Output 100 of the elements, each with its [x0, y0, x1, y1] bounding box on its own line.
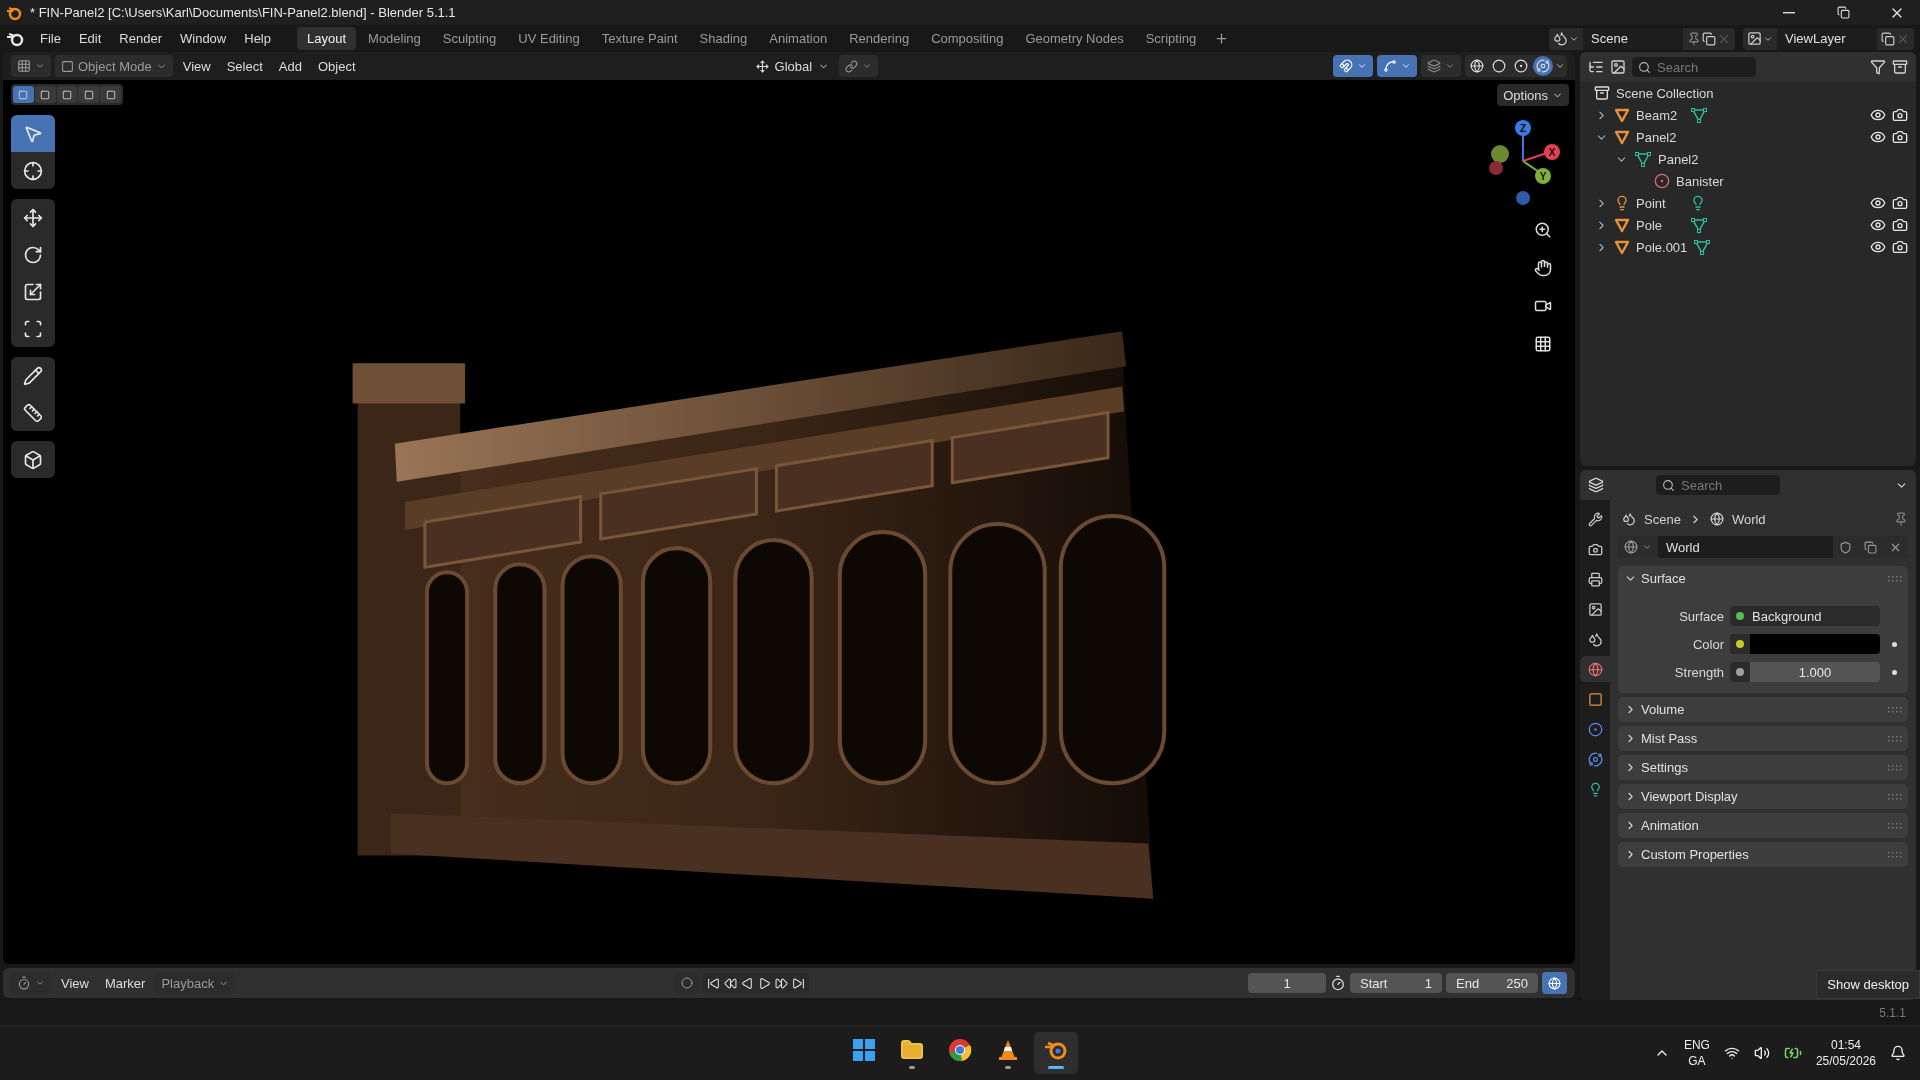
options-dropdown[interactable]: Options: [1497, 84, 1569, 106]
drag-handle-icon[interactable]: [1888, 793, 1902, 800]
axis-gizmo-drawing[interactable]: [1488, 120, 1560, 205]
current-frame-field[interactable]: 1: [1248, 973, 1326, 993]
outliner-item-name[interactable]: Panel2: [1658, 151, 1706, 167]
workspace-tab[interactable]: Rendering: [839, 27, 920, 50]
wifi-icon[interactable]: [1723, 1045, 1740, 1061]
clock[interactable]: 01:54 25/05/2026: [1815, 1037, 1876, 1069]
selection-mode-button[interactable]: [34, 86, 56, 103]
next-keyframe-icon[interactable]: [774, 976, 788, 990]
orientation-dropdown[interactable]: Global: [749, 55, 836, 77]
socket-button[interactable]: [1730, 634, 1750, 654]
workspace-tab[interactable]: Geometry Nodes: [1015, 27, 1134, 50]
new-collection-icon[interactable]: [1892, 59, 1908, 75]
stopwatch-icon[interactable]: [1330, 975, 1346, 991]
record-button[interactable]: [674, 972, 699, 994]
menu-item[interactable]: Help: [236, 28, 279, 49]
color-swatch[interactable]: [1750, 634, 1880, 654]
language-indicator[interactable]: ENG GA: [1683, 1037, 1710, 1069]
camera-icon[interactable]: [1892, 217, 1908, 233]
previous-keyframe-icon[interactable]: [723, 976, 737, 990]
copy-icon[interactable]: [1702, 31, 1716, 46]
filter-icon[interactable]: [1870, 59, 1886, 75]
jump-start-icon[interactable]: [706, 976, 720, 990]
fake-user-button[interactable]: [1833, 536, 1858, 558]
add-icon[interactable]: [1214, 31, 1230, 46]
scene-icon[interactable]: [1553, 31, 1568, 46]
panel-title[interactable]: Mist Pass: [1641, 731, 1884, 746]
view-layer-icon[interactable]: [1747, 31, 1762, 46]
selection-mode-button[interactable]: [56, 86, 78, 103]
workspace-tab[interactable]: Scripting: [1135, 27, 1207, 50]
workspace-tab[interactable]: Sculpting: [432, 27, 507, 50]
workspace-tab[interactable]: UV Editing: [508, 27, 590, 50]
shading-button[interactable]: [1533, 56, 1553, 76]
breadcrumb-item[interactable]: World: [1731, 511, 1766, 527]
keyframe-dot[interactable]: [1891, 669, 1897, 675]
outliner-item-name[interactable]: Point: [1636, 195, 1684, 211]
eye-icon[interactable]: [1870, 217, 1886, 233]
menu-item[interactable]: Add: [272, 55, 308, 77]
jump-end-icon[interactable]: [791, 976, 805, 990]
caret-icon[interactable]: [1555, 61, 1565, 71]
selection-mode-button[interactable]: [100, 86, 121, 103]
breadcrumb-item[interactable]: Scene: [1644, 511, 1681, 527]
eye-icon[interactable]: [1870, 195, 1886, 211]
drag-handle-icon[interactable]: [1888, 822, 1902, 829]
play-icon[interactable]: [757, 976, 771, 990]
workspace-tab[interactable]: Shading: [689, 27, 758, 50]
outliner-item-name[interactable]: Beam2: [1636, 107, 1684, 123]
playback-dropdown[interactable]: Playback: [155, 972, 236, 994]
mode-dropdown[interactable]: Object Mode: [55, 55, 173, 77]
number-field[interactable]: 1.000: [1750, 662, 1880, 682]
menu-item[interactable]: View: [55, 972, 95, 994]
camera-icon[interactable]: [1892, 195, 1908, 211]
menu-item[interactable]: Select: [220, 55, 269, 77]
outliner-item-name[interactable]: Pole: [1636, 217, 1684, 233]
drag-handle-icon[interactable]: [1888, 735, 1902, 742]
menu-item[interactable]: Window: [172, 28, 235, 49]
shader-dropdown[interactable]: Background: [1730, 606, 1880, 626]
menu-item[interactable]: Object: [311, 55, 362, 77]
drag-handle-icon[interactable]: [1888, 706, 1902, 713]
selection-mode-button[interactable]: [13, 86, 34, 103]
datablock-name-field[interactable]: World: [1658, 536, 1833, 558]
eye-icon[interactable]: [1870, 129, 1886, 145]
taskbar-app-button[interactable]: [1034, 1032, 1078, 1074]
notification-icon[interactable]: [1890, 1045, 1906, 1061]
eye-icon[interactable]: [1870, 107, 1886, 123]
menu-item[interactable]: Render: [111, 28, 170, 49]
scene-field[interactable]: Scene: [1583, 27, 1683, 50]
editor-type-button[interactable]: [11, 972, 51, 994]
copy-icon[interactable]: [1881, 31, 1895, 46]
menu-item[interactable]: File: [32, 28, 69, 49]
outliner-item-name[interactable]: Scene Collection: [1616, 85, 1714, 101]
pin-icon[interactable]: [1894, 512, 1908, 526]
camera-icon[interactable]: [1892, 129, 1908, 145]
workspace-tab[interactable]: Animation: [759, 27, 838, 50]
editor-type-icon[interactable]: [1588, 477, 1604, 493]
pivot-button[interactable]: [839, 55, 879, 77]
app-logo-icon[interactable]: [6, 30, 24, 47]
selection-mode-button[interactable]: [78, 86, 100, 103]
socket-button[interactable]: [1730, 662, 1750, 682]
panel-title[interactable]: Viewport Display: [1641, 789, 1884, 804]
camera-icon[interactable]: [1892, 107, 1908, 123]
drag-handle-icon[interactable]: [1888, 851, 1902, 858]
drag-handle-icon[interactable]: [1888, 575, 1902, 582]
workspace-tab[interactable]: Compositing: [921, 27, 1014, 50]
editor-type-button[interactable]: [11, 55, 51, 77]
outliner-icon[interactable]: [1588, 59, 1604, 75]
toggle-button[interactable]: [1377, 55, 1417, 77]
drag-handle-icon[interactable]: [1888, 764, 1902, 771]
camera-icon[interactable]: [1892, 239, 1908, 255]
view-layer-field[interactable]: ViewLayer: [1777, 27, 1877, 50]
workspace-tab[interactable]: Layout: [297, 27, 357, 50]
datablock-browse-button[interactable]: [1618, 536, 1658, 558]
panel-title[interactable]: Animation: [1641, 818, 1884, 833]
keyframe-dot[interactable]: [1891, 641, 1897, 647]
eye-icon[interactable]: [1870, 239, 1886, 255]
start-frame-field[interactable]: Start 1: [1350, 973, 1442, 993]
properties-tab[interactable]: [1580, 656, 1610, 682]
search-field[interactable]: Search: [1656, 475, 1780, 495]
panel-title[interactable]: Surface: [1641, 571, 1884, 586]
